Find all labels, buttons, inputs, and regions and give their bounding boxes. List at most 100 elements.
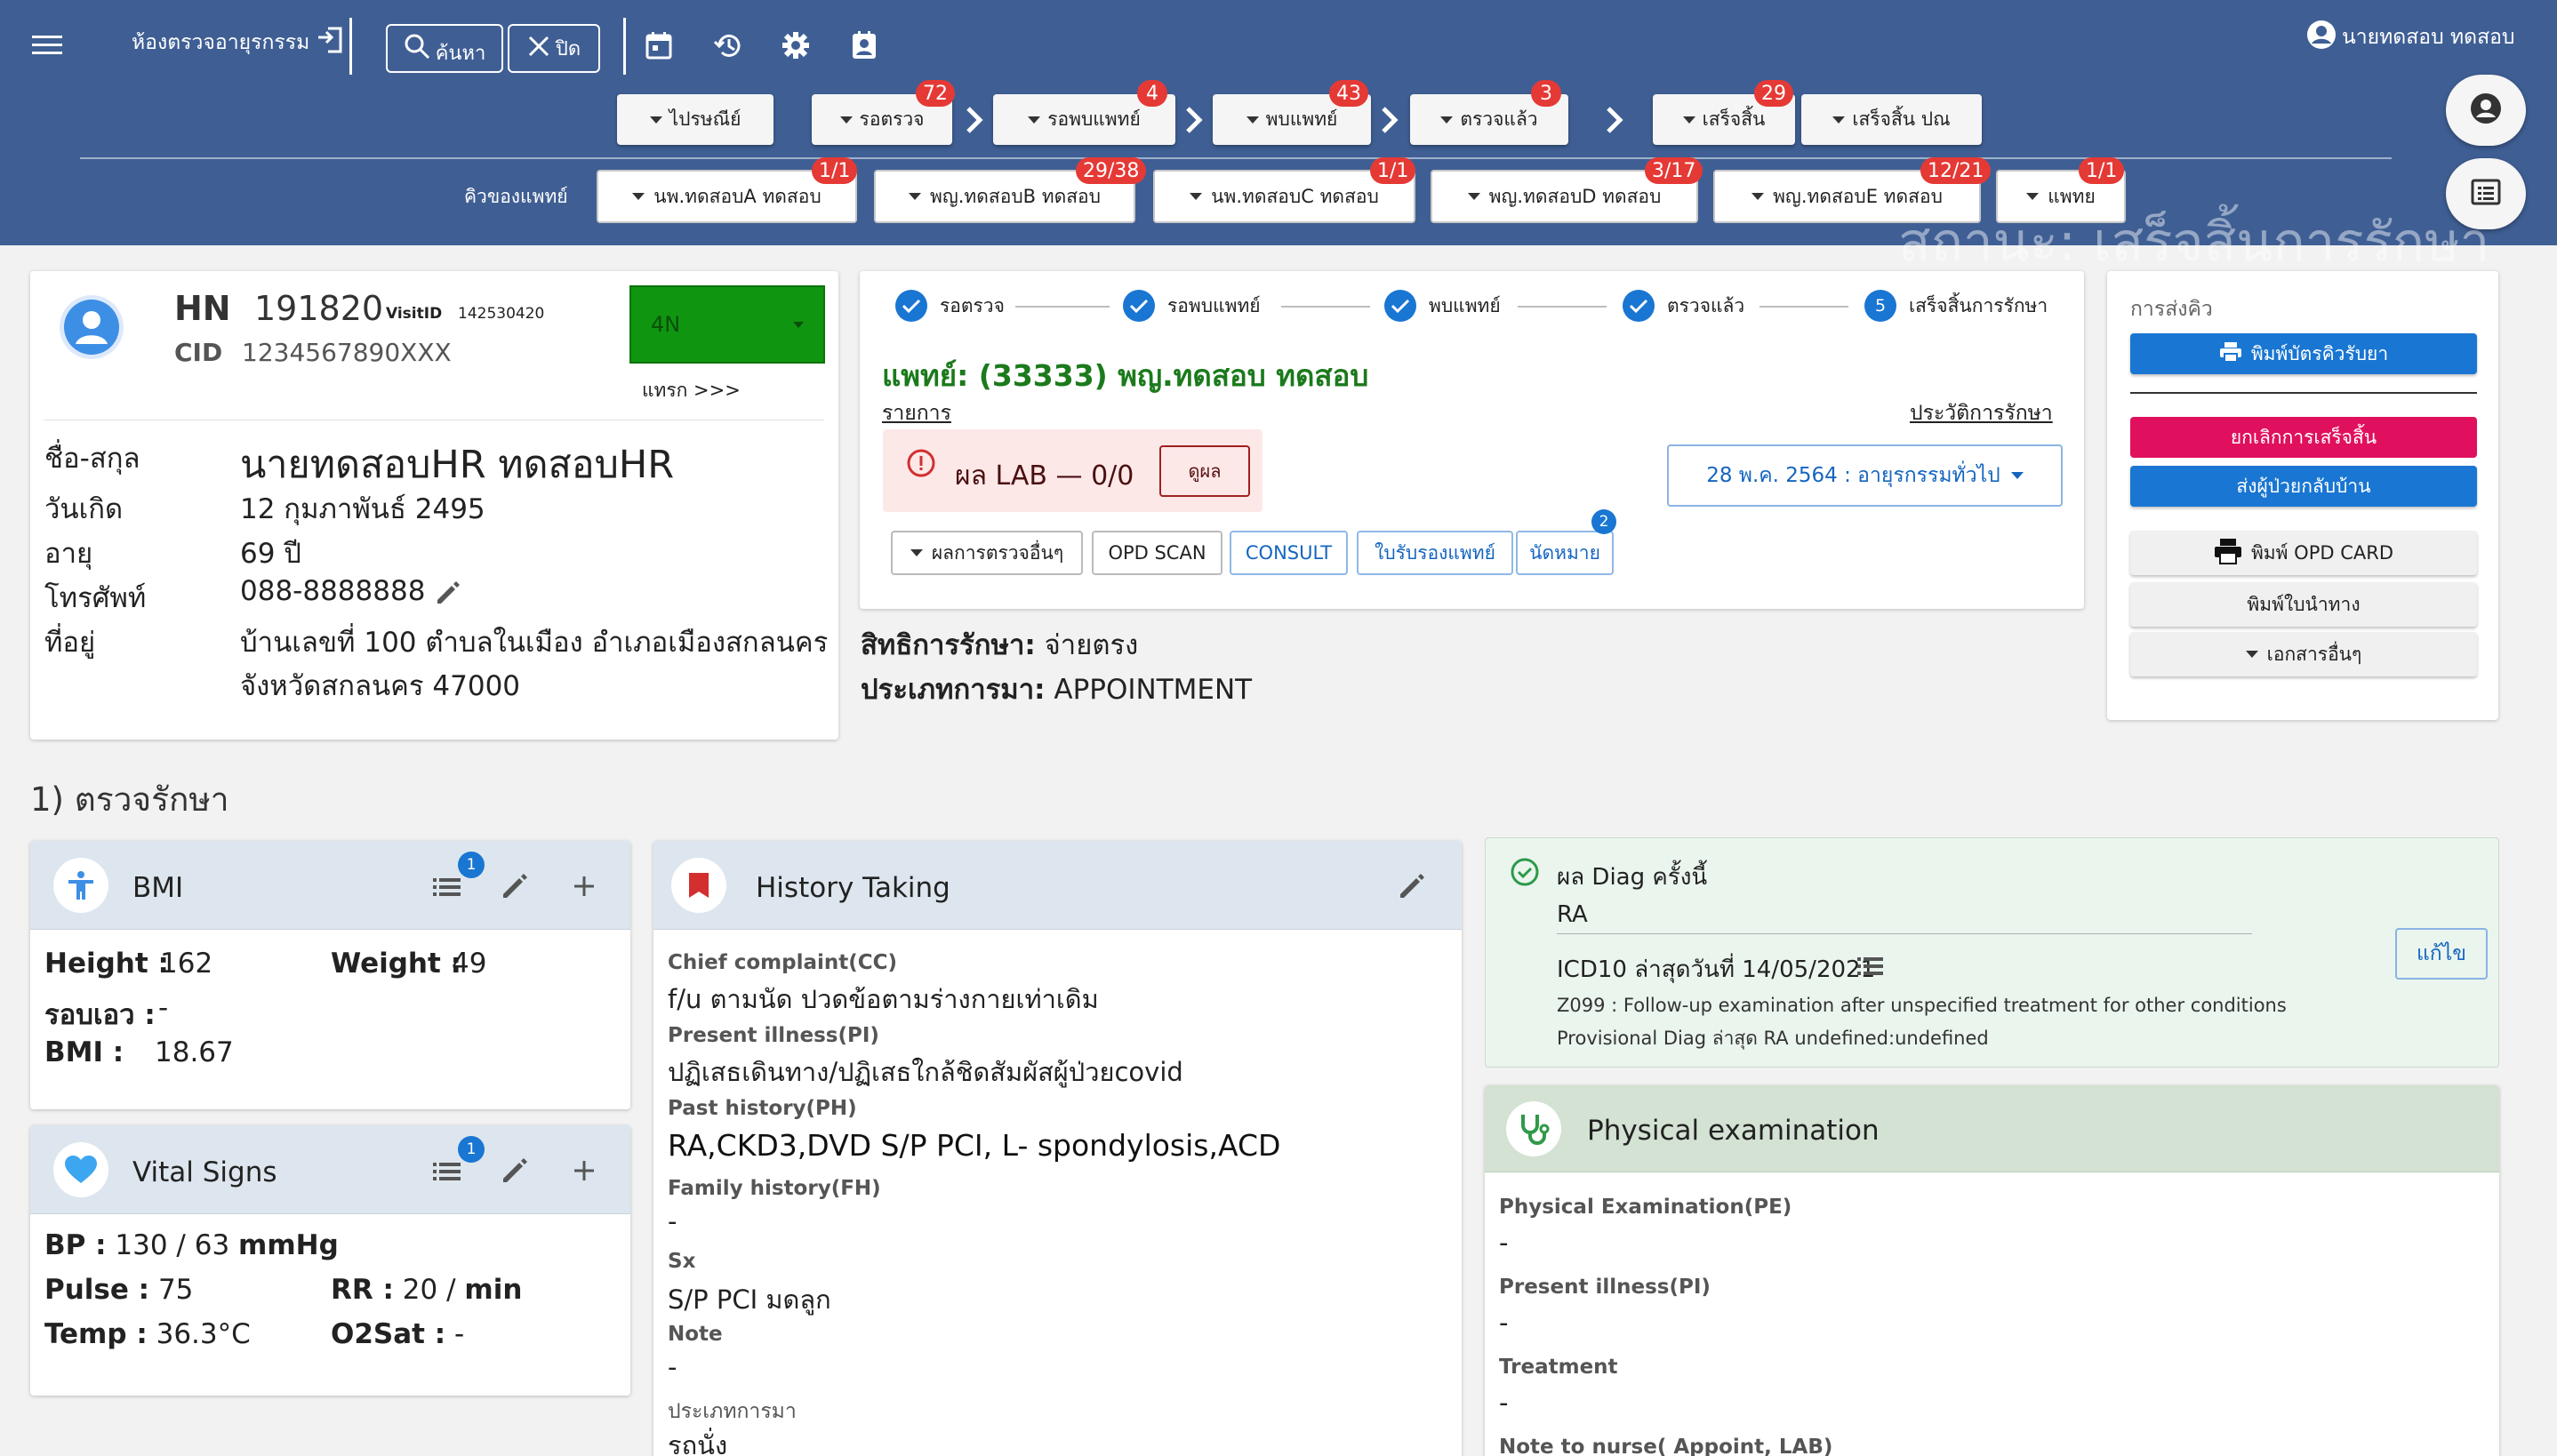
height-label: Height : [44, 948, 169, 980]
weight-value: 49 [452, 948, 487, 980]
stepper-connector [1759, 306, 1848, 308]
contact-card-icon[interactable] [846, 27, 883, 64]
caret-down-icon [2245, 651, 2258, 658]
consult-button[interactable]: CONSULT [1230, 531, 1348, 575]
print-queue-button[interactable]: พิมพ์บัตรคิวรับยา [2130, 333, 2477, 374]
insert-link[interactable]: แทรก >>> [642, 376, 741, 405]
print-icon [2214, 538, 2242, 569]
room-selector[interactable]: ห้องตรวจอายุรกรรม [132, 27, 343, 59]
visit-history-value: 28 พ.ค. 2564 : อายุรกรรมทั่วไป [1706, 464, 2000, 487]
list-fab[interactable] [2446, 158, 2526, 229]
arrival-value: รถนั่ง [668, 1430, 728, 1456]
appointment-badge: 2 [1591, 509, 1616, 534]
close-label: ปิด [555, 38, 581, 60]
rr-unit: min [464, 1274, 523, 1306]
close-icon [527, 35, 550, 63]
step-see-doctor: พบแพทย์ [1384, 290, 1501, 322]
history-icon[interactable] [709, 27, 746, 64]
dob-value: 12 กุมภาพันธ์ 2495 [240, 493, 485, 525]
list-icon[interactable] [1856, 955, 1885, 978]
medical-certificate-button[interactable]: ใบรับรองแพทย์ [1357, 531, 1513, 575]
room-label: ห้องตรวจอายุรกรรม [132, 31, 310, 54]
lab-result-text: ผล LAB — 0/0 [955, 460, 1134, 492]
other-results-button[interactable]: ผลการตรวจอื่นๆ [891, 531, 1083, 575]
heart-icon [53, 1142, 108, 1197]
other-documents-button[interactable]: เอกสารอื่นๆ [2130, 632, 2477, 676]
visit-history-select[interactable]: 28 พ.ค. 2564 : อายุรกรรมทั่วไป [1667, 444, 2063, 507]
status-label: ไปรษณีย์ [669, 108, 741, 130]
add-icon[interactable] [569, 1156, 599, 1186]
print-opd-card-button[interactable]: พิมพ์ OPD CARD [2130, 531, 2477, 575]
edit-icon[interactable] [500, 871, 530, 901]
coverage-right-label: สิทธิการรักษา: [861, 629, 1036, 661]
note-to-nurse-label: Note to nurse( Appoint, LAB) [1499, 1436, 1833, 1456]
appointment-button[interactable]: นัดหมาย [1516, 531, 1614, 575]
attending-doctor: แพทย์: (33333) พญ.ทดสอบ ทดสอบ [882, 358, 1369, 393]
temp-row: Temp : 36.3°C [44, 1318, 251, 1350]
close-button[interactable]: ปิด [508, 24, 600, 73]
print-queue-label: พิมพ์บัตรคิวรับยา [2250, 342, 2389, 364]
send-home-button[interactable]: ส่งผู้ป่วยกลับบ้าน [2130, 466, 2477, 507]
cid-label: CID [174, 338, 223, 367]
waist-label: รอบเอว : [44, 999, 156, 1031]
opd-scan-button[interactable]: OPD SCAN [1092, 531, 1222, 575]
vital-signs-title: Vital Signs [132, 1156, 277, 1188]
user-menu[interactable]: นายทดสอบ ทดสอบ [2306, 20, 2515, 55]
edit-phone-icon[interactable] [434, 579, 462, 607]
history-taking-title: History Taking [756, 872, 950, 904]
bmi-card: BMI 1 Height : 162 Weight : 49 รอบเอว : … [30, 841, 630, 1109]
add-icon[interactable] [569, 871, 599, 901]
diag-value: RA [1557, 901, 1588, 928]
rr-value: 20 / [402, 1274, 456, 1306]
caret-down-icon [1467, 193, 1480, 200]
list-icon[interactable] [432, 1159, 462, 1184]
temp-value: 36.3°C [156, 1318, 251, 1350]
note-label: Note [668, 1323, 723, 1346]
step-waiting: รอตรวจ [895, 290, 1005, 322]
chevron-right-icon [1376, 100, 1412, 140]
print-guide-button[interactable]: พิมพ์ใบนำทาง [2130, 582, 2477, 627]
view-lab-button[interactable]: ดูผล [1159, 445, 1250, 497]
login-icon [315, 27, 343, 59]
chevron-right-icon [1181, 100, 1216, 140]
step-label: เสร็จสิ้นการรักษา [1909, 294, 2048, 316]
queue-badge: 1/1 [2079, 157, 2125, 184]
list-icon[interactable] [432, 875, 462, 900]
edit-icon[interactable] [1397, 871, 1427, 901]
menu-icon[interactable] [28, 27, 66, 64]
items-link[interactable]: รายการ [882, 397, 951, 429]
status-label: รอพบแพทย์ [1047, 108, 1141, 130]
caret-down-icon [909, 193, 921, 200]
bmi-card-header [30, 841, 630, 930]
zone-select[interactable]: 4N [629, 285, 825, 364]
caret-down-icon [1246, 116, 1259, 124]
height-value: 162 [160, 948, 213, 980]
step-label: ตรวจแล้ว [1667, 294, 1745, 316]
vital-signs-header [30, 1125, 630, 1214]
calendar-icon[interactable] [640, 27, 677, 64]
status-mail-button[interactable]: ไปรษณีย์ [617, 94, 774, 145]
pi-value: ปฏิเสธเดินทาง/ปฏิเสธใกล้ชิดสัมผัสผู้ป่วย… [668, 1057, 1183, 1087]
physical-exam-card: Physical examination Physical Examinatio… [1485, 1085, 2499, 1456]
bmi-count-badge: 1 [458, 852, 485, 878]
gear-icon[interactable] [777, 27, 814, 64]
caret-down-icon [793, 322, 804, 328]
cancel-finish-button[interactable]: ยกเลิกการเสร็จสิ้น [2130, 417, 2477, 458]
hn-value: 191820 [254, 289, 384, 328]
chevron-right-icon [1601, 100, 1637, 140]
history-link[interactable]: ประวัติการรักษา [1910, 397, 2053, 429]
patient-avatar [60, 295, 124, 359]
doctor-label: พญ.ทดสอบD ทดสอบ [1488, 185, 1662, 207]
bp-label: BP : [44, 1229, 107, 1261]
edit-icon[interactable] [500, 1156, 530, 1186]
check-icon [1623, 290, 1655, 322]
profile-fab[interactable] [2446, 75, 2526, 146]
edit-diag-label: แก้ไข [2416, 942, 2467, 965]
count-badge: 3 [1531, 80, 1561, 107]
step-label: พบแพทย์ [1429, 294, 1501, 316]
step-number: 5 [1864, 290, 1896, 322]
search-button[interactable]: ค้นหา [386, 24, 503, 73]
doctor-label: พญ.ทดสอบB ทดสอบ [930, 185, 1101, 207]
edit-diag-button[interactable]: แก้ไข [2395, 928, 2488, 980]
status-finished-mail-button[interactable]: เสร็จสิ้น ปณ [1801, 94, 1982, 145]
